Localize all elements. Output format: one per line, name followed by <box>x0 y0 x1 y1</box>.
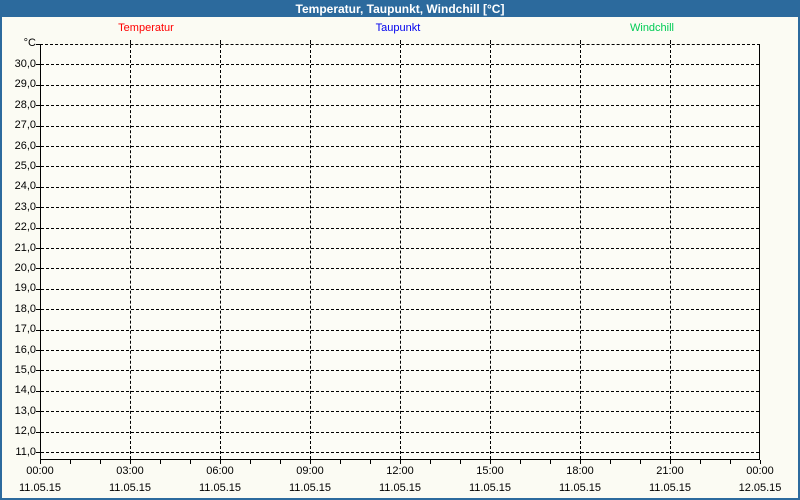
x-time-label: 09:00 <box>280 465 340 477</box>
y-axis-tick <box>36 105 40 106</box>
x-axis-major-tick-top <box>400 40 401 44</box>
y-tick-label: 18,0 <box>2 302 36 317</box>
x-axis-minor-tick <box>580 460 581 464</box>
x-axis-major-tick-top <box>490 40 491 44</box>
x-date-label: 11.05.15 <box>275 482 345 494</box>
x-date-label: 11.05.15 <box>95 482 165 494</box>
y-axis-tick <box>36 64 40 65</box>
x-axis-minor-tick <box>700 460 701 464</box>
y-axis-unit-label: °C <box>2 36 36 51</box>
y-axis-tick <box>36 432 40 433</box>
y-tick-label: 24,0 <box>2 179 36 194</box>
x-axis-minor-tick <box>400 460 401 464</box>
y-tick-label: 15,0 <box>2 363 36 378</box>
chart-window: Temperatur, Taupunkt, Windchill [°C] Tem… <box>0 0 800 500</box>
x-axis-major-tick-top <box>220 40 221 44</box>
y-axis-tick <box>36 309 40 310</box>
x-axis-minor-tick <box>190 460 191 464</box>
x-axis-minor-tick <box>70 460 71 464</box>
y-tick-label: 12,0 <box>2 424 36 439</box>
y-axis-tick <box>36 187 40 188</box>
x-axis-minor-tick <box>370 460 371 464</box>
y-tick-label: 25,0 <box>2 159 36 174</box>
x-axis-minor-tick <box>310 460 311 464</box>
y-axis-tick <box>36 370 40 371</box>
x-axis-minor-tick <box>100 460 101 464</box>
y-tick-label: 16,0 <box>2 343 36 358</box>
y-axis-tick <box>36 228 40 229</box>
x-axis-minor-tick <box>130 460 131 464</box>
y-tick-label: 29,0 <box>2 77 36 92</box>
x-date-label: 11.05.15 <box>545 482 615 494</box>
x-date-label: 12.05.15 <box>725 482 795 494</box>
y-axis-tick <box>36 289 40 290</box>
x-axis-minor-tick <box>160 460 161 464</box>
x-date-label: 11.05.15 <box>455 482 525 494</box>
x-time-label: 15:00 <box>460 465 520 477</box>
x-time-label: 00:00 <box>730 465 790 477</box>
y-tick-label: 28,0 <box>2 98 36 113</box>
x-time-label: 00:00 <box>10 465 70 477</box>
series-layer <box>41 45 759 459</box>
y-axis-tick <box>36 146 40 147</box>
y-tick-label: 22,0 <box>2 220 36 235</box>
x-time-label: 03:00 <box>100 465 160 477</box>
x-axis-minor-tick <box>340 460 341 464</box>
y-axis-tick <box>36 44 40 45</box>
x-axis-major-tick-top <box>670 40 671 44</box>
y-tick-label: 23,0 <box>2 200 36 215</box>
y-tick-label: 21,0 <box>2 241 36 256</box>
y-axis-tick <box>36 207 40 208</box>
y-tick-label: 13,0 <box>2 404 36 419</box>
y-axis-tick <box>36 350 40 351</box>
plot-area <box>40 44 760 460</box>
y-tick-label: 11,0 <box>2 445 36 460</box>
y-tick-label: 19,0 <box>2 281 36 296</box>
y-axis-tick <box>36 411 40 412</box>
x-axis-minor-tick <box>40 460 41 464</box>
y-axis-tick <box>36 268 40 269</box>
y-axis-tick <box>36 452 40 453</box>
x-axis-minor-tick <box>460 460 461 464</box>
x-axis-minor-tick <box>760 460 761 464</box>
x-time-label: 06:00 <box>190 465 250 477</box>
x-date-label: 11.05.15 <box>365 482 435 494</box>
y-axis-tick <box>36 166 40 167</box>
x-axis-minor-tick <box>640 460 641 464</box>
y-tick-label: 17,0 <box>2 322 36 337</box>
y-axis-tick <box>36 126 40 127</box>
y-tick-label: 20,0 <box>2 261 36 276</box>
chart-area: °C 30,0 29,0 28,0 27,0 26,0 25,0 24,0 23,0 22,0 2… <box>2 2 798 498</box>
x-time-label: 18:00 <box>550 465 610 477</box>
x-axis-minor-tick <box>610 460 611 464</box>
y-tick-label: 26,0 <box>2 139 36 154</box>
y-tick-label: 30,0 <box>2 57 36 72</box>
x-axis-major-tick-top <box>310 40 311 44</box>
x-date-label: 11.05.15 <box>5 482 75 494</box>
x-axis-minor-tick <box>730 460 731 464</box>
y-axis-tick <box>36 330 40 331</box>
x-axis-major-tick-top <box>580 40 581 44</box>
x-axis-minor-tick <box>430 460 431 464</box>
x-time-label: 12:00 <box>370 465 430 477</box>
x-axis-minor-tick <box>520 460 521 464</box>
x-date-label: 11.05.15 <box>635 482 705 494</box>
x-date-label: 11.05.15 <box>185 482 255 494</box>
y-axis-tick <box>36 391 40 392</box>
x-axis-major-tick-top <box>130 40 131 44</box>
x-time-label: 21:00 <box>640 465 700 477</box>
x-axis-minor-tick <box>490 460 491 464</box>
y-axis-tick <box>36 85 40 86</box>
y-tick-label: 27,0 <box>2 118 36 133</box>
y-axis-tick <box>36 248 40 249</box>
x-axis-minor-tick <box>220 460 221 464</box>
x-axis-minor-tick <box>550 460 551 464</box>
x-axis-minor-tick <box>280 460 281 464</box>
y-tick-label: 14,0 <box>2 383 36 398</box>
x-axis-minor-tick <box>250 460 251 464</box>
x-axis-minor-tick <box>670 460 671 464</box>
